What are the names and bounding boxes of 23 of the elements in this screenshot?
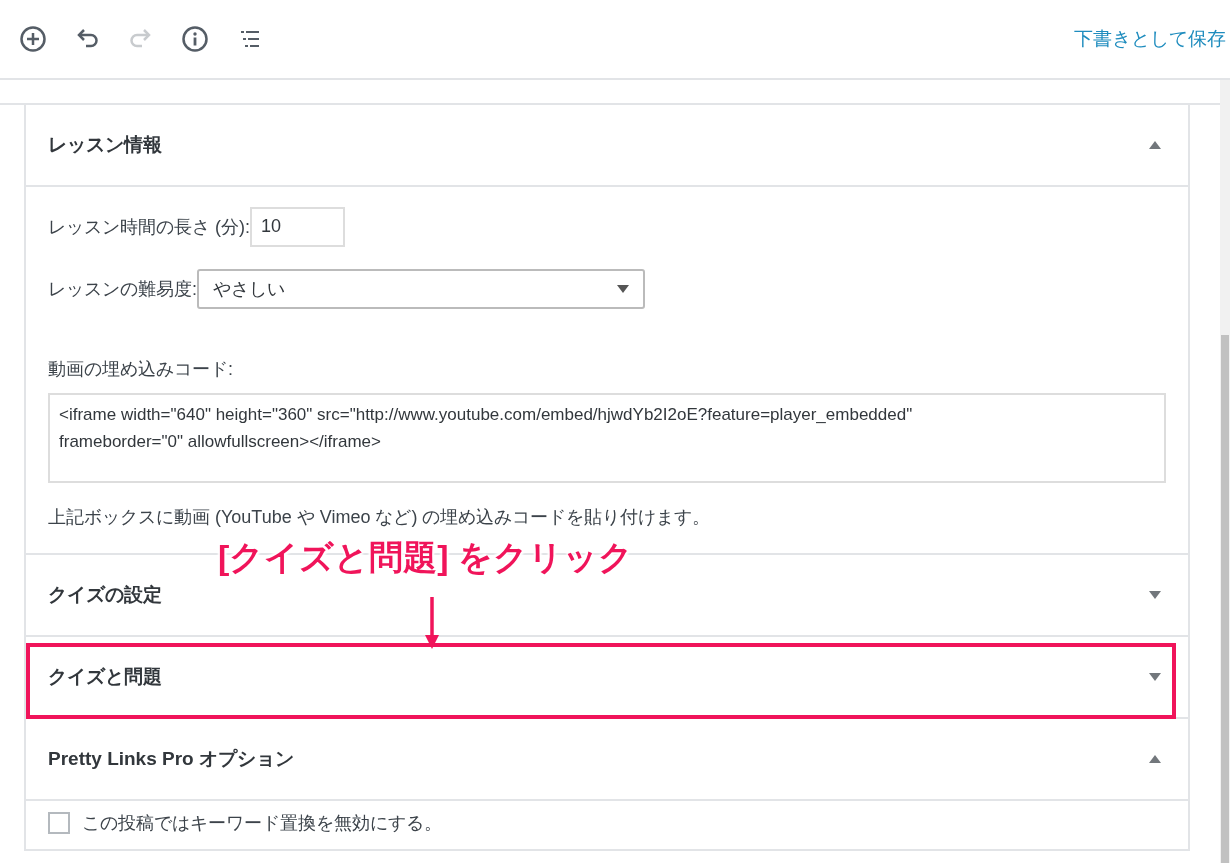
add-icon[interactable] (18, 24, 48, 54)
arrow-icon (424, 597, 440, 649)
expand-caret-icon[interactable] (1148, 590, 1162, 600)
section-title[interactable]: レッスン情報 (48, 132, 1148, 158)
checkbox[interactable] (48, 812, 70, 834)
difficulty-select[interactable]: やさしい (197, 269, 645, 309)
checkbox-label: この投稿ではキーワード置換を無効にする。 (82, 812, 442, 835)
expand-caret-icon[interactable] (1148, 672, 1162, 682)
dropdown-arrow-icon (617, 285, 629, 293)
embed-code-field[interactable]: <iframe width="640" height="360" src="http://www.youtube.com/embed/hjwdYb2I2oE?feature=player_embedded" frameborder="0" allowfullscreen></iframe> (48, 393, 1166, 483)
section-title[interactable]: Pretty Links Pro オプション (48, 746, 1148, 772)
collapse-caret-icon[interactable] (1148, 754, 1162, 764)
section-title[interactable]: クイズの設定 (48, 582, 1148, 608)
help-text: 上記ボックスに動画 (YouTube や Vimeo など) の埋め込みコードを貼り付けます。 (48, 506, 712, 529)
field-label: レッスンの難易度: (48, 278, 197, 301)
field-label: レッスン時間の長さ (分): (48, 216, 250, 239)
callout-text: [クイズと問題] をクリック (218, 537, 634, 578)
section-title[interactable]: クイズと問題 (48, 664, 1148, 690)
duration-input[interactable]: 10 (250, 207, 345, 247)
collapse-caret-icon[interactable] (1148, 140, 1162, 150)
field-label: 動画の埋め込みコード: (48, 358, 234, 381)
save-draft-link[interactable]: 下書きとして保存 (1074, 26, 1230, 52)
info-icon[interactable] (180, 24, 210, 54)
